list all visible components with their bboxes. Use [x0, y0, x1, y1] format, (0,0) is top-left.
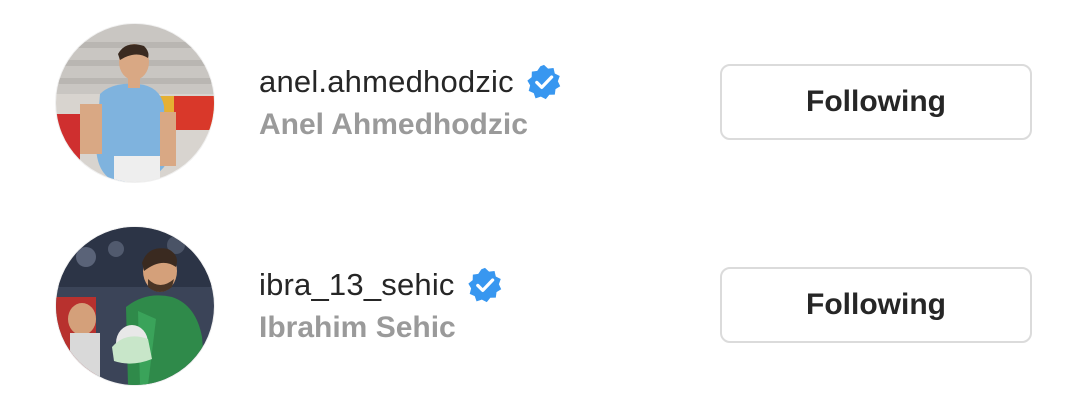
avatar[interactable]: [56, 24, 214, 182]
username-line: ibra_13_sehic: [259, 263, 503, 307]
avatar[interactable]: [56, 227, 214, 385]
account-row[interactable]: ibra_13_sehic Ibrahim Sehic Following: [0, 221, 1080, 391]
following-button[interactable]: Following: [720, 64, 1032, 140]
verified-badge-icon: [526, 64, 562, 100]
avatar-photo: [56, 24, 214, 182]
account-row[interactable]: anel.ahmedhodzic Anel Ahmedhodzic Follow…: [0, 18, 1080, 188]
account-names: ibra_13_sehic Ibrahim Sehic: [259, 263, 503, 345]
full-name: Ibrahim Sehic: [259, 311, 456, 344]
following-button[interactable]: Following: [720, 267, 1032, 343]
username[interactable]: anel.ahmedhodzic: [259, 64, 514, 100]
username-line: anel.ahmedhodzic: [259, 60, 562, 104]
account-names: anel.ahmedhodzic Anel Ahmedhodzic: [259, 60, 562, 142]
full-name: Anel Ahmedhodzic: [259, 108, 528, 141]
verified-badge-icon: [467, 267, 503, 303]
avatar-photo: [56, 227, 214, 385]
username[interactable]: ibra_13_sehic: [259, 267, 455, 303]
